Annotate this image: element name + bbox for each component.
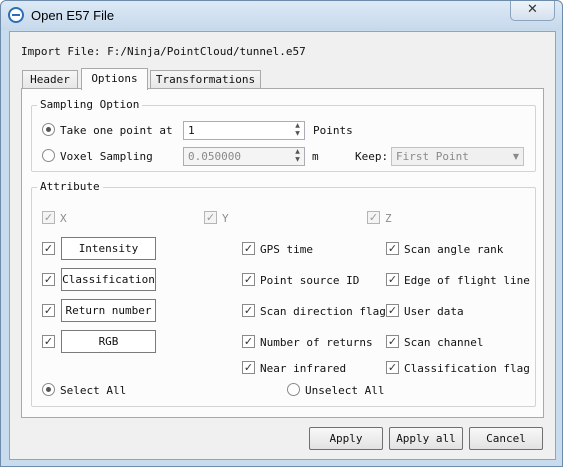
edge-of-flight-line-checkbox[interactable]: ✓ [386,273,399,286]
spin-arrows-icon[interactable]: ▲ ▼ [291,148,304,165]
take-one-point-radio[interactable] [42,123,55,136]
gps-time-label: GPS time [260,243,313,256]
keep-value: First Point [396,150,469,163]
points-unit-label: Points [313,124,353,137]
scan-direction-flag-label: Scan direction flag [260,305,386,318]
dialog-body: Import File: F:/Ninja/PointCloud/tunnel.… [9,31,556,460]
attribute-group: Attribute ✓ X ✓ Y ✓ Z ✓ Intensity ✓ Clas… [31,180,536,407]
user-data-label: User data [404,305,464,318]
intensity-button[interactable]: Intensity [61,237,156,260]
near-infrared-label: Near infrared [260,362,347,375]
take-one-point-label: Take one point at [60,124,173,137]
unselect-all-label: Unselect All [305,384,385,397]
gps-time-checkbox[interactable]: ✓ [242,242,255,255]
voxel-size-spinbox[interactable]: 0.050000 ▲ ▼ [183,147,305,166]
scan-channel-label: Scan channel [404,336,484,349]
rgb-button[interactable]: RGB [61,330,156,353]
voxel-sampling-label: Voxel Sampling [60,150,153,163]
scan-angle-rank-checkbox[interactable]: ✓ [386,242,399,255]
y-label: Y [222,212,229,225]
point-source-id-label: Point source ID [260,274,360,287]
unselect-all-radio[interactable] [287,383,300,396]
x-label: X [60,212,67,225]
scan-channel-checkbox[interactable]: ✓ [386,335,399,348]
edge-of-flight-line-label: Edge of flight line [404,274,530,287]
points-spinbox[interactable]: 1 ▲ ▼ [183,121,305,140]
classification-button[interactable]: Classification [61,268,156,291]
options-panel: Sampling Option Take one point at 1 ▲ ▼ P… [21,88,544,418]
classification-flag-label: Classification flag [404,362,530,375]
near-infrared-checkbox[interactable]: ✓ [242,361,255,374]
number-of-returns-checkbox[interactable]: ✓ [242,335,255,348]
rgb-checkbox[interactable]: ✓ [42,335,55,348]
apply-button[interactable]: Apply [309,427,383,450]
window-title: Open E57 File [31,8,115,23]
voxel-size-value: 0.050000 [188,150,241,163]
sampling-option-group: Sampling Option Take one point at 1 ▲ ▼ P… [31,98,536,172]
close-button[interactable]: ✕ [510,1,555,21]
return-number-button[interactable]: Return number [61,299,156,322]
select-all-radio[interactable] [42,383,55,396]
points-value: 1 [188,124,195,137]
user-data-checkbox[interactable]: ✓ [386,304,399,317]
keep-label: Keep: [355,150,389,163]
import-file-path: F:/Ninja/PointCloud/tunnel.e57 [107,45,306,58]
dialog-window: Open E57 File ✕ Import File: F:/Ninja/Po… [0,0,563,467]
scan-direction-flag-checkbox[interactable]: ✓ [242,304,255,317]
z-label: Z [385,212,392,225]
voxel-unit-label: m [312,150,319,163]
y-checkbox: ✓ [204,211,217,224]
return-number-checkbox[interactable]: ✓ [42,304,55,317]
title-bar[interactable]: Open E57 File ✕ [1,1,562,30]
tab-options[interactable]: Options [81,68,148,90]
cancel-button[interactable]: Cancel [469,427,543,450]
keep-select[interactable]: First Point ▼ [391,147,524,166]
app-logo-icon [8,7,24,23]
voxel-sampling-radio[interactable] [42,149,55,162]
chevron-down-icon: ▼ [512,152,519,161]
select-all-label: Select All [60,384,127,397]
import-file-label: Import File: [21,45,101,58]
sampling-option-title: Sampling Option [37,98,143,111]
scan-angle-rank-label: Scan angle rank [404,243,504,256]
import-file-row: Import File: F:/Ninja/PointCloud/tunnel.… [21,45,306,58]
z-checkbox: ✓ [367,211,380,224]
point-source-id-checkbox[interactable]: ✓ [242,273,255,286]
tab-header[interactable]: Header [22,70,78,89]
classification-flag-checkbox[interactable]: ✓ [386,361,399,374]
classification-checkbox[interactable]: ✓ [42,273,55,286]
apply-all-button[interactable]: Apply all [389,427,463,450]
attribute-title: Attribute [37,180,103,193]
tab-transformations[interactable]: Transformations [150,70,261,89]
spin-arrows-icon[interactable]: ▲ ▼ [291,122,304,139]
number-of-returns-label: Number of returns [260,336,373,349]
intensity-checkbox[interactable]: ✓ [42,242,55,255]
x-checkbox: ✓ [42,211,55,224]
